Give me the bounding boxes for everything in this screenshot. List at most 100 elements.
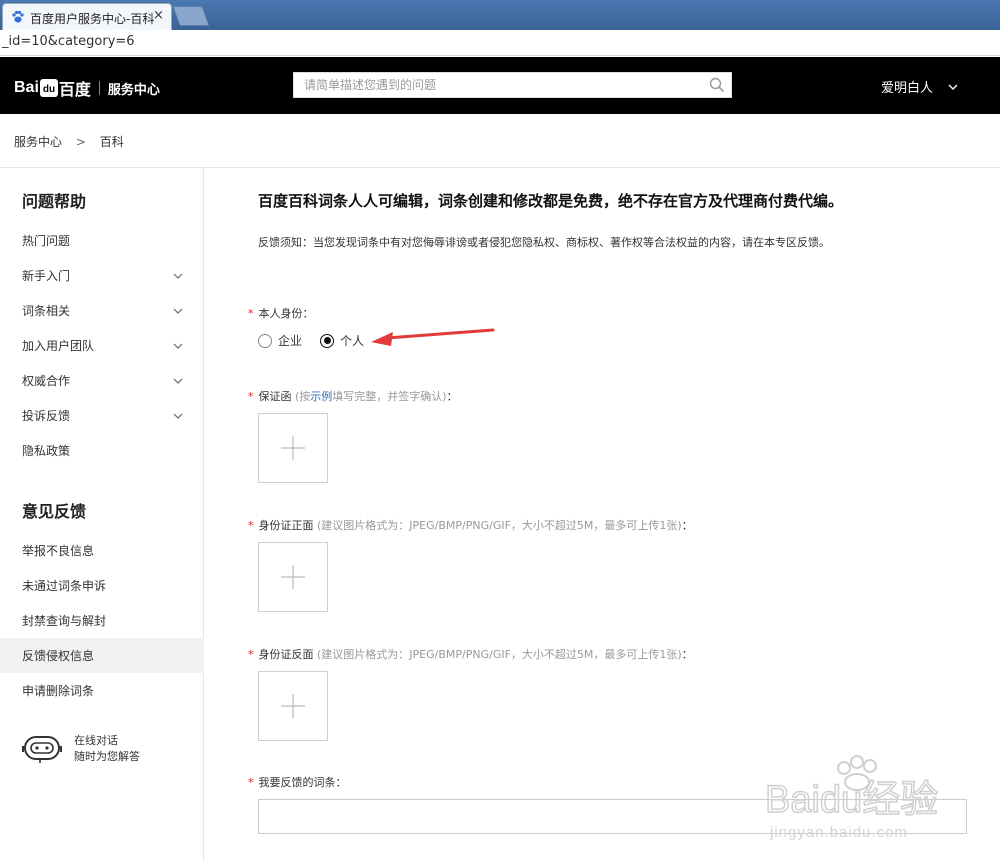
chat-robot-icon: [22, 736, 62, 763]
identity-radio-group: 企业 个人: [258, 332, 382, 349]
address-bar[interactable]: _id=10&category=6: [0, 30, 1000, 56]
sidebar-item-hot-questions[interactable]: 热门问题: [0, 223, 204, 258]
online-chat[interactable]: 在线对话 随时为您解答: [22, 733, 140, 765]
online-chat-subtitle: 随时为您解答: [74, 750, 140, 763]
colon: ：: [681, 519, 693, 532]
feedback-notice: 反馈须知：当您发现词条中有对您侮辱诽谤或者侵犯您隐私权、商标权、著作权等合法权益…: [258, 236, 830, 249]
sidebar-item-entries[interactable]: 词条相关: [0, 293, 204, 328]
chevron-down-icon: [173, 378, 183, 384]
logo-service-text: 服务中心: [107, 81, 160, 97]
identity-label-text: 本人身份：: [258, 307, 314, 320]
annotation-arrow-icon: [371, 328, 495, 346]
sidebar-item-authority[interactable]: 权威合作: [0, 363, 204, 398]
plus-icon: [281, 694, 305, 718]
entry-label: * 我要反馈的词条：: [248, 774, 347, 790]
sidebar-item-label: 隐私政策: [22, 444, 71, 458]
sidebar-item-complaints[interactable]: 投诉反馈: [0, 398, 204, 433]
colon: ：: [446, 390, 458, 403]
search-button[interactable]: [702, 73, 732, 97]
id-back-label: * 身份证反面 (建议图片格式为：JPEG/BMP/PNG/GIF，大小不超过5M…: [248, 646, 693, 662]
id-back-upload-button[interactable]: [258, 671, 328, 741]
sidebar-item-join-team[interactable]: 加入用户团队: [0, 328, 204, 363]
breadcrumb: 服务中心 > 百科: [14, 133, 124, 150]
hint-open: (按: [295, 390, 311, 403]
required-mark: *: [248, 776, 254, 789]
user-menu[interactable]: 爱明白人: [881, 77, 959, 96]
plus-icon: [281, 436, 305, 460]
breadcrumb-current[interactable]: 百科: [100, 135, 124, 149]
browser-tab-bar: 百度用户服务中心-百科 ×: [0, 0, 1000, 30]
chevron-down-icon: [173, 273, 183, 279]
required-mark: *: [248, 307, 254, 320]
sidebar-item-report[interactable]: 举报不良信息: [0, 533, 204, 568]
baidu-paw-icon: du: [39, 79, 58, 97]
id-back-hint: (建议图片格式为：JPEG/BMP/PNG/GIF，大小不超过5M，最多可上传1…: [317, 648, 682, 661]
sidebar-item-label: 加入用户团队: [22, 339, 95, 353]
chevron-down-icon: [948, 84, 958, 90]
guarantee-label: * 保证函 (按示例填写完整，并签字确认)：: [248, 388, 458, 404]
hint-rest: 填写完整，并签字确认): [332, 390, 447, 403]
search-box: [293, 72, 732, 98]
logo-bai-text: Bai: [14, 79, 39, 96]
page-title: 百度百科词条人人可编辑，词条创建和修改都是免费，绝不存在官方及代理商付费代编。: [258, 192, 844, 210]
baidu-paw-favicon-icon: [12, 10, 24, 23]
svg-text:du: du: [43, 84, 55, 95]
chevron-down-icon: [173, 413, 183, 419]
sidebar-item-label: 未通过词条申诉: [22, 579, 107, 593]
close-tab-icon[interactable]: ×: [153, 8, 164, 23]
required-mark: *: [248, 519, 254, 532]
logo-divider: [98, 81, 100, 95]
required-mark: *: [248, 390, 254, 403]
radio-personal[interactable]: 个人: [320, 332, 364, 349]
user-name: 爱明白人: [881, 81, 934, 96]
sidebar: 问题帮助 热门问题 新手入门 词条相关 加入用户团队 权威合作 投诉反馈 隐私政…: [0, 168, 204, 862]
sidebar-item-delete-entry[interactable]: 申请删除词条: [0, 673, 204, 708]
sidebar-item-beginner[interactable]: 新手入门: [0, 258, 204, 293]
guarantee-upload-button[interactable]: [258, 413, 328, 483]
example-link[interactable]: 示例: [310, 390, 332, 403]
id-front-label: * 身份证正面 (建议图片格式为：JPEG/BMP/PNG/GIF，大小不超过5M…: [248, 517, 693, 533]
browser-tab-title: 百度用户服务中心-百科: [30, 12, 155, 26]
guarantee-label-text: 保证函: [258, 390, 292, 403]
sidebar-item-label: 反馈侵权信息: [22, 649, 95, 663]
baidu-logo[interactable]: Bai du 百度 服务中心: [14, 76, 160, 100]
identity-label: * 本人身份：: [248, 305, 314, 321]
sidebar-item-label: 新手入门: [22, 269, 71, 283]
help-heading: 问题帮助: [22, 192, 87, 211]
watermark-line1: Baidu经验: [765, 779, 938, 821]
sidebar-item-appeal[interactable]: 未通过词条申诉: [0, 568, 204, 603]
id-front-upload-button[interactable]: [258, 542, 328, 612]
feedback-heading: 意见反馈: [22, 502, 87, 521]
radio-company[interactable]: 企业: [258, 332, 302, 349]
required-mark: *: [248, 648, 254, 661]
sidebar-item-label: 词条相关: [22, 304, 71, 318]
id-front-label-text: 身份证正面: [258, 519, 314, 532]
entry-label-text: 我要反馈的词条：: [258, 776, 347, 789]
sidebar-item-infringement[interactable]: 反馈侵权信息: [0, 638, 204, 673]
browser-tab[interactable]: 百度用户服务中心-百科 ×: [2, 3, 172, 30]
online-chat-title: 在线对话: [74, 734, 118, 747]
chevron-down-icon: [173, 343, 183, 349]
baidu-jingyan-watermark: Baidu经验 jingyan.baidu.com: [764, 755, 939, 841]
plus-icon: [281, 565, 305, 589]
logo-baidu-text: 百度: [58, 82, 91, 99]
chevron-down-icon: [173, 308, 183, 314]
radio-personal-label: 个人: [340, 334, 365, 348]
new-tab-button[interactable]: [172, 6, 210, 26]
search-icon: [709, 77, 725, 93]
sidebar-item-label: 投诉反馈: [22, 409, 71, 423]
id-front-hint: (建议图片格式为：JPEG/BMP/PNG/GIF，大小不超过5M，最多可上传1…: [317, 519, 682, 532]
colon: ：: [681, 648, 693, 661]
sidebar-item-label: 权威合作: [22, 374, 71, 388]
radio-company-label: 企业: [278, 334, 303, 348]
radio-circle-selected: [320, 333, 335, 348]
guarantee-hint: (按示例填写完整，并签字确认): [295, 390, 447, 403]
watermark-line2: jingyan.baidu.com: [769, 824, 908, 841]
breadcrumb-root-link[interactable]: 服务中心: [14, 135, 62, 149]
sidebar-item-privacy[interactable]: 隐私政策: [0, 433, 204, 468]
search-input[interactable]: [294, 73, 702, 97]
sidebar-item-ban-query[interactable]: 封禁查询与解封: [0, 603, 204, 638]
sidebar-item-label: 热门问题: [22, 234, 71, 248]
radio-circle: [258, 333, 272, 348]
breadcrumb-separator: >: [75, 135, 86, 149]
